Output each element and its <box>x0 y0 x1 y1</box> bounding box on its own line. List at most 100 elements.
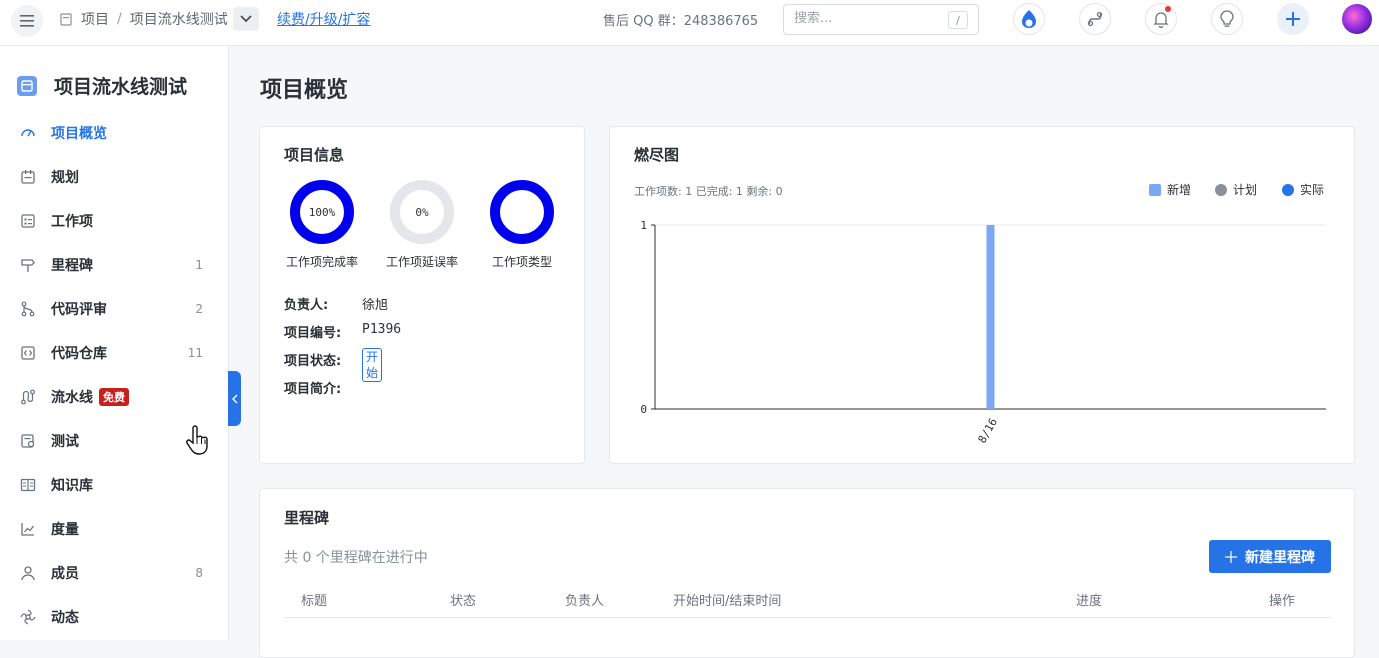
sidebar-item-activity[interactable]: 动态 <box>0 595 228 639</box>
ring-arc <box>490 180 554 244</box>
project-number-value: P1396 <box>362 322 402 337</box>
renew-upgrade-link[interactable]: 续费/升级/扩容 <box>277 9 370 29</box>
sidebar-item-label: 动态 <box>51 610 79 626</box>
breadcrumb-project[interactable]: 项目流水线测试 <box>130 9 228 29</box>
sidebar-item-wiki[interactable]: 知识库 <box>0 463 228 507</box>
sidebar-item-label: 里程碑 <box>51 258 93 274</box>
owner-label: 负责人: <box>284 298 329 313</box>
owner-value[interactable]: 徐旭 <box>362 294 388 313</box>
plus-icon <box>1225 550 1237 563</box>
column-header-title: 标题 <box>301 594 328 609</box>
mascot-icon <box>1022 10 1036 28</box>
project-info-card: 项目信息 100% 工作项完成率 0% 工作项延误率 工作项类型 负责人: 徐旭… <box>259 126 585 464</box>
sidebar-item-count: 2 <box>195 302 203 316</box>
sidebar-item-label: 流水线 <box>51 390 93 406</box>
chart-icon <box>21 523 35 536</box>
qq-group-text: 售后 QQ 群：248386765 <box>603 14 759 29</box>
breadcrumb-root[interactable]: 项目 <box>81 9 109 29</box>
project-switch-dropdown[interactable] <box>233 7 259 31</box>
sidebar-item-label: 代码仓库 <box>51 346 107 362</box>
bar-new <box>986 225 995 409</box>
project-status-label: 项目状态: <box>284 354 342 369</box>
milestones-title: 里程碑 <box>284 509 330 527</box>
sidebar-item-milestones[interactable]: 里程碑 1 <box>0 243 228 287</box>
project-name: 项目流水线测试 <box>54 76 188 98</box>
ring-chart: 0% <box>390 180 454 244</box>
calendar-icon <box>21 170 35 184</box>
search-box[interactable]: / <box>783 4 979 35</box>
tips-button[interactable] <box>1211 3 1243 35</box>
create-button[interactable] <box>1277 3 1309 35</box>
project-desc-label: 项目简介: <box>284 382 342 397</box>
sidebar-item-label: 成员 <box>51 566 79 582</box>
sidebar-item-code-review[interactable]: 代码评审 2 <box>0 287 228 331</box>
ring-label: 工作项完成率 <box>285 255 358 269</box>
sidebar-item-count: 1 <box>195 258 203 272</box>
sidebar-item-planning[interactable]: 规划 <box>0 155 228 199</box>
milestones-card: 里程碑 共 0 个里程碑在进行中 新建里程碑 标题 状态 负责人 开始时间/结束… <box>259 488 1355 658</box>
notifications-button[interactable] <box>1145 3 1177 35</box>
search-input[interactable] <box>794 11 944 26</box>
status-badge[interactable]: 开始 <box>362 348 383 382</box>
sidebar-item-code-repo[interactable]: 代码仓库 11 <box>0 331 228 375</box>
ring-value: 100% <box>309 206 336 219</box>
sidebar-item-metrics[interactable]: 度量 <box>0 507 228 551</box>
column-header-dates: 开始时间/结束时间 <box>673 594 782 609</box>
signpost-icon <box>21 259 35 272</box>
chevron-left-icon <box>231 394 237 403</box>
pipeline-icon <box>21 389 35 405</box>
ring-chart <box>490 180 554 244</box>
sidebar-item-label: 度量 <box>51 522 79 538</box>
x-tick-label: 8/16 <box>976 416 1001 445</box>
sidebar-item-label: 知识库 <box>51 478 93 494</box>
unread-dot <box>1165 6 1171 12</box>
menu-button[interactable] <box>11 5 43 37</box>
dashboard-icon <box>21 129 35 137</box>
project-icon <box>60 12 72 26</box>
column-header-status: 状态 <box>450 594 477 609</box>
ring-label: 工作项延误率 <box>385 255 458 269</box>
sidebar-item-overview[interactable]: 项目概览 <box>0 111 228 155</box>
ring-label: 工作项类型 <box>491 255 552 269</box>
pointer-cursor-icon <box>186 425 208 455</box>
free-badge: 免费 <box>99 388 129 406</box>
burndown-chart: 0 1 8/16 <box>640 219 1326 445</box>
sidebar-collapse-toggle[interactable] <box>228 371 241 426</box>
integrations-button[interactable] <box>1079 3 1111 35</box>
delay-rate-ring: 0% 工作项延误率 <box>372 179 472 270</box>
breadcrumb: 项目 / 项目流水线测试 <box>60 0 228 38</box>
robot-assistant-button[interactable] <box>1013 3 1045 35</box>
search-shortcut-key: / <box>948 11 968 29</box>
user-avatar[interactable] <box>1342 4 1372 34</box>
project-logo-icon <box>17 75 37 96</box>
sidebar-item-work-items[interactable]: 工作项 <box>0 199 228 243</box>
lightbulb-icon <box>1220 10 1234 27</box>
completion-rate-ring: 100% 工作项完成率 <box>272 179 372 270</box>
book-icon <box>20 478 36 492</box>
sidebar-item-count: 8 <box>195 566 203 580</box>
plus-icon <box>1286 12 1300 26</box>
sidebar-item-label: 代码评审 <box>51 302 107 318</box>
chevron-down-icon <box>240 15 252 23</box>
y-tick-label: 0 <box>640 403 647 416</box>
sidebar-item-label: 规划 <box>51 170 79 186</box>
work-item-type-ring: 工作项类型 <box>472 179 572 270</box>
page-title: 项目概览 <box>260 78 349 103</box>
sidebar-item-label: 项目概览 <box>51 126 107 142</box>
ring-value: 0% <box>415 206 429 219</box>
burndown-card: 燃尽图 工作项数: 1 已完成: 1 剩余: 0 新增 计划 实际 0 1 8/16 <box>609 126 1355 464</box>
milestones-summary: 共 0 个里程碑在进行中 <box>284 550 428 566</box>
checklist-icon <box>21 214 35 228</box>
sidebar-item-members[interactable]: 成员 8 <box>0 551 228 595</box>
new-milestone-button[interactable]: 新建里程碑 <box>1209 540 1331 573</box>
sidebar-item-pipeline[interactable]: 流水线 免费 <box>0 375 228 419</box>
table-header-divider <box>284 617 1331 618</box>
project-info-title: 项目信息 <box>284 146 345 164</box>
code-icon <box>21 346 35 360</box>
breadcrumb-separator: / <box>117 11 122 27</box>
project-number-label: 项目编号: <box>284 326 342 341</box>
project-header: 项目流水线测试 <box>17 72 187 99</box>
bell-icon <box>1153 11 1169 28</box>
sidebar: 项目流水线测试 项目概览 规划 工作项 里程碑 1 代码评审 2 代码仓库 11… <box>0 46 229 640</box>
y-tick-label: 1 <box>640 219 647 232</box>
